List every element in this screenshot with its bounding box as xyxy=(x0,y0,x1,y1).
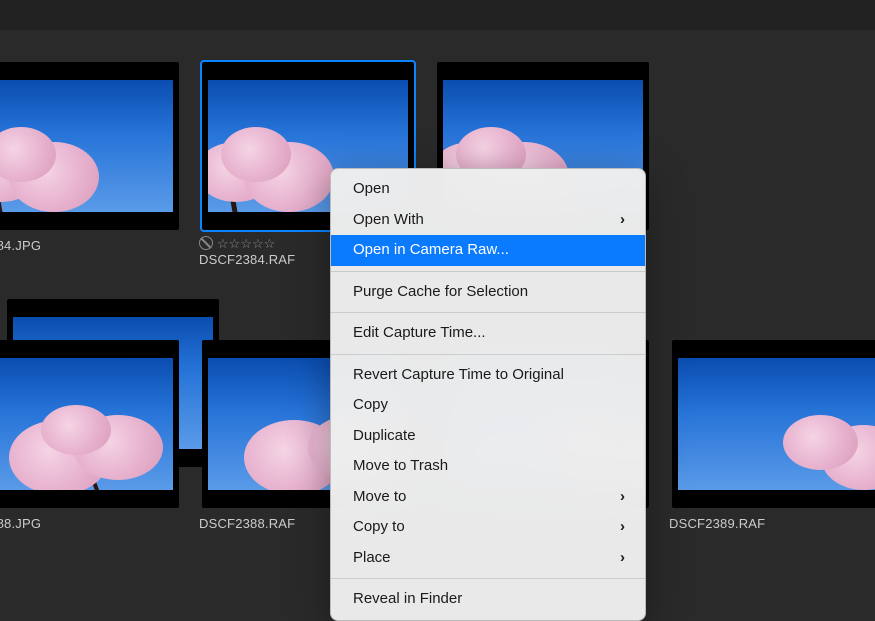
star-icon[interactable]: ☆ xyxy=(240,237,252,250)
thumbnail-image xyxy=(678,358,875,490)
menu-label: Copy xyxy=(353,394,388,417)
menu-label: Edit Capture Time... xyxy=(353,322,486,345)
menu-label: Reveal in Finder xyxy=(353,588,462,611)
menu-item-copy[interactable]: Copy xyxy=(331,390,645,421)
chevron-right-icon: › xyxy=(620,486,625,509)
chevron-right-icon: › xyxy=(620,516,625,539)
menu-item-duplicate[interactable]: Duplicate xyxy=(331,421,645,452)
menu-separator xyxy=(331,354,645,355)
menu-label: Open in Camera Raw... xyxy=(353,239,509,262)
thumbnail-frame[interactable] xyxy=(672,340,875,508)
star-icon[interactable]: ☆ xyxy=(264,237,276,250)
context-menu[interactable]: Open Open With › Open in Camera Raw... P… xyxy=(330,168,646,621)
thumbnail-image xyxy=(0,358,173,490)
thumbnail-cell[interactable]: CF2384.JPG xyxy=(0,62,185,267)
menu-item-move-to-trash[interactable]: Move to Trash xyxy=(331,451,645,482)
menu-item-open[interactable]: Open xyxy=(331,174,645,205)
star-icon[interactable]: ☆ xyxy=(229,237,241,250)
menu-item-edit-capture-time[interactable]: Edit Capture Time... xyxy=(331,318,645,349)
menu-label: Place xyxy=(353,547,391,570)
chevron-right-icon: › xyxy=(620,209,625,232)
menu-item-place[interactable]: Place › xyxy=(331,543,645,574)
thumbnail-cell[interactable]: DSCF2389.RAF xyxy=(665,340,875,531)
menu-item-copy-to[interactable]: Copy to › xyxy=(331,512,645,543)
star-rating[interactable]: ☆ ☆ ☆ ☆ ☆ xyxy=(217,237,275,250)
menu-label: Copy to xyxy=(353,516,405,539)
menu-item-reveal-in-finder[interactable]: Reveal in Finder xyxy=(331,584,645,615)
menu-label: Duplicate xyxy=(353,425,416,448)
thumbnail-filename: DSCF2389.RAF xyxy=(665,516,875,531)
menu-separator xyxy=(331,271,645,272)
star-icon[interactable]: ☆ xyxy=(252,237,264,250)
menu-item-revert-capture-time[interactable]: Revert Capture Time to Original xyxy=(331,360,645,391)
menu-label: Open xyxy=(353,178,390,201)
menu-label: Move to xyxy=(353,486,406,509)
menu-separator xyxy=(331,312,645,313)
prohibit-icon xyxy=(199,236,213,250)
thumbnail-filename: CF2384.JPG xyxy=(0,238,185,253)
thumbnail-frame[interactable] xyxy=(0,62,179,230)
menu-item-open-with[interactable]: Open With › xyxy=(331,205,645,236)
menu-label: Purge Cache for Selection xyxy=(353,281,528,304)
menu-label: Open With xyxy=(353,209,424,232)
menu-label: Move to Trash xyxy=(353,455,448,478)
app-toolbar xyxy=(0,0,875,30)
thumbnail-frame[interactable] xyxy=(0,340,179,508)
chevron-right-icon: › xyxy=(620,547,625,570)
thumbnail-image xyxy=(0,80,173,212)
menu-item-purge-cache[interactable]: Purge Cache for Selection xyxy=(331,277,645,308)
thumbnail-filename: CF2388.JPG xyxy=(0,516,185,531)
menu-item-open-camera-raw[interactable]: Open in Camera Raw... xyxy=(331,235,645,266)
menu-item-move-to[interactable]: Move to › xyxy=(331,482,645,513)
thumbnail-cell[interactable]: CF2388.JPG xyxy=(0,340,185,531)
menu-separator xyxy=(331,578,645,579)
menu-label: Revert Capture Time to Original xyxy=(353,364,564,387)
star-icon[interactable]: ☆ xyxy=(217,237,229,250)
